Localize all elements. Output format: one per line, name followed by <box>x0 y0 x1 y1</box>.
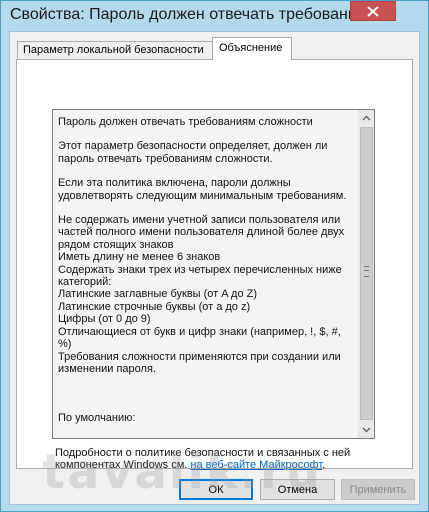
explanation-paragraph: Если эта политика включена, пароли должн… <box>58 177 347 202</box>
tab-local-security-setting[interactable]: Параметр локальной безопасности <box>17 41 213 59</box>
apply-button[interactable]: Применить <box>341 479 415 500</box>
explanation-default: По умолчанию: <box>58 412 136 425</box>
chevron-down-icon <box>362 427 371 433</box>
chevron-up-icon <box>362 115 371 121</box>
window-title: Свойства: Пароль должен отвечать требова… <box>10 6 350 23</box>
vertical-scrollbar[interactable] <box>358 110 374 438</box>
details-text: Подробности о политике безопасности и св… <box>55 447 385 472</box>
ok-button[interactable]: ОК <box>179 479 253 500</box>
explanation-textbox[interactable]: Пароль должен отвечать требованиям сложн… <box>52 109 375 439</box>
tab-panel-explain: Пароль должен отвечать требованиям сложн… <box>16 59 413 472</box>
close-button[interactable] <box>350 1 396 21</box>
explanation-requirements: Не содержать имени учетной записи пользо… <box>58 214 345 375</box>
tab-explain[interactable]: Объяснение <box>212 37 292 60</box>
dialog-client-area: Параметр локальной безопасности Объяснен… <box>9 31 420 505</box>
scroll-thumb[interactable] <box>360 127 373 420</box>
explanation-paragraph: Этот параметр безопасности определяет, д… <box>58 140 328 165</box>
details-suffix: . <box>322 459 326 472</box>
scroll-down-button[interactable] <box>359 422 374 438</box>
grip-icon <box>364 266 369 277</box>
scroll-up-button[interactable] <box>359 110 374 126</box>
title-bar[interactable]: Свойства: Пароль должен отвечать требова… <box>1 1 428 31</box>
microsoft-website-link[interactable]: на веб-сайте Майкрософт <box>190 459 322 471</box>
explanation-title: Пароль должен отвечать требованиям сложн… <box>58 116 313 128</box>
cancel-button[interactable]: Отмена <box>260 479 335 500</box>
explanation-text: Пароль должен отвечать требованиям сложн… <box>58 116 353 432</box>
close-icon <box>367 5 379 17</box>
properties-dialog: Свойства: Пароль должен отвечать требова… <box>0 0 429 512</box>
